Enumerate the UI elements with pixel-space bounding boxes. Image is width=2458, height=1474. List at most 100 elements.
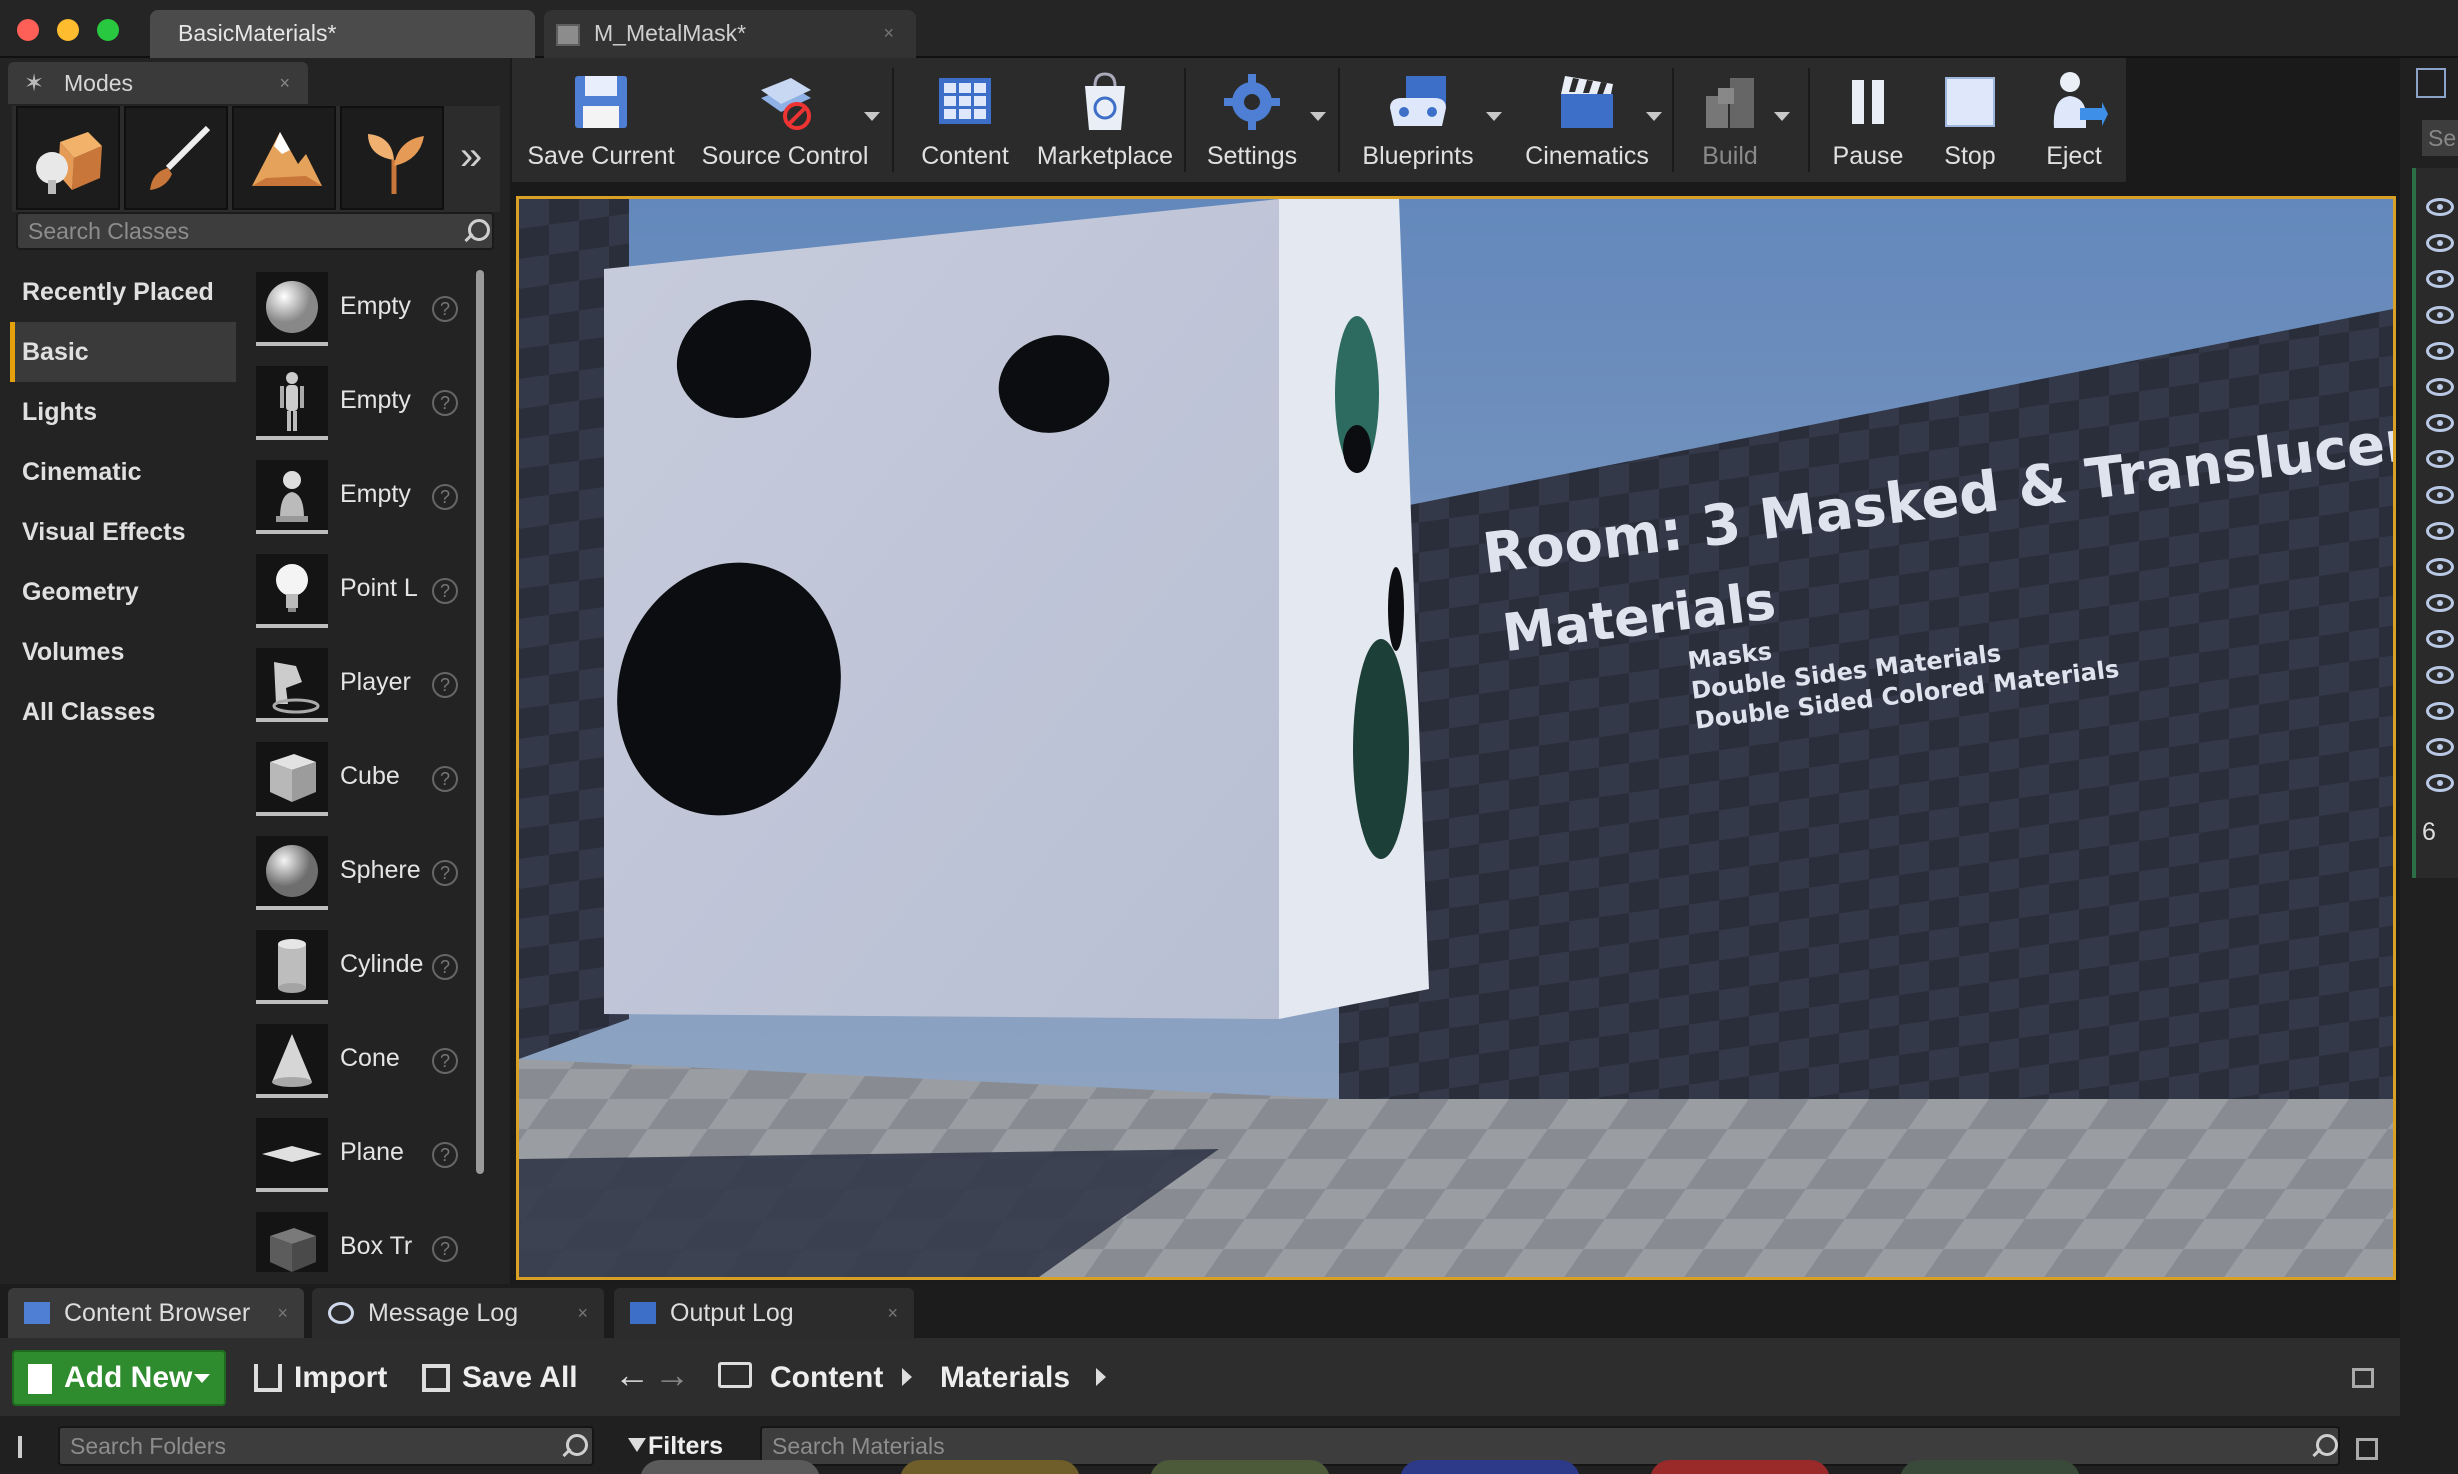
close-icon[interactable]: × (277, 1288, 288, 1338)
help-icon[interactable]: ? (432, 860, 458, 886)
place-mode-button[interactable] (16, 106, 120, 210)
help-icon[interactable]: ? (432, 1048, 458, 1074)
save-all-button[interactable]: Save All (422, 1350, 578, 1406)
build-dropdown-icon[interactable] (1774, 112, 1790, 121)
blueprints-button[interactable]: Blueprints (1344, 62, 1492, 178)
outliner-search-field[interactable]: Se (2422, 120, 2458, 156)
visibility-eye-icon[interactable] (2426, 774, 2454, 792)
folder-icon[interactable] (718, 1362, 752, 1388)
visibility-eye-icon[interactable] (2426, 558, 2454, 576)
save-current-button[interactable]: Save Current (516, 62, 686, 178)
close-icon[interactable]: × (887, 1288, 898, 1338)
eject-button[interactable]: Eject (2024, 62, 2124, 178)
marketplace-button[interactable]: Marketplace (1032, 62, 1178, 178)
help-icon[interactable]: ? (432, 390, 458, 416)
list-item[interactable]: Empty ? (246, 356, 476, 450)
visibility-eye-icon[interactable] (2426, 342, 2454, 360)
list-item[interactable]: Player ? (246, 638, 476, 732)
asset-thumbnail[interactable] (1400, 1460, 1580, 1474)
search-classes-field[interactable] (16, 212, 494, 250)
viewport-scene[interactable]: Room: 3 Masked & Translucen Materials Ma… (519, 199, 2393, 1277)
help-icon[interactable]: ? (432, 954, 458, 980)
pause-button[interactable]: Pause (1818, 62, 1918, 178)
lock-icon[interactable] (2352, 1368, 2374, 1388)
back-arrow-icon[interactable]: ← (614, 1354, 650, 1396)
folder-tree-icon[interactable] (18, 1436, 46, 1458)
window-maximize-button[interactable] (97, 19, 119, 41)
tab-message-log[interactable]: Message Log × (312, 1288, 604, 1338)
visibility-eye-icon[interactable] (2426, 702, 2454, 720)
breadcrumb-arrow-icon[interactable] (902, 1368, 912, 1386)
category-visual-effects[interactable]: Visual Effects (10, 502, 236, 562)
help-icon[interactable]: ? (432, 296, 458, 322)
tab-metal-mask[interactable]: M_MetalMask* × (544, 10, 916, 58)
visibility-eye-icon[interactable] (2426, 378, 2454, 396)
list-item[interactable]: Plane ? (246, 1108, 476, 1202)
search-icon[interactable] (560, 1434, 588, 1460)
source-control-button[interactable]: Source Control (690, 62, 880, 178)
breadcrumb-content[interactable]: Content (770, 1350, 883, 1406)
asset-thumbnail[interactable] (900, 1460, 1080, 1474)
list-scrollbar[interactable] (476, 270, 484, 1174)
asset-thumbnail[interactable] (1150, 1460, 1330, 1474)
list-item[interactable]: Empty ? (246, 262, 476, 356)
help-icon[interactable]: ? (432, 1142, 458, 1168)
add-new-button[interactable]: Add New (12, 1350, 226, 1406)
close-icon[interactable]: × (279, 62, 290, 104)
stop-button[interactable]: Stop (1920, 62, 2020, 178)
category-basic[interactable]: Basic (10, 322, 236, 382)
help-icon[interactable]: ? (432, 672, 458, 698)
cinematics-button[interactable]: Cinematics (1512, 62, 1662, 178)
list-item[interactable]: Cylinde ? (246, 920, 476, 1014)
window-close-button[interactable] (17, 19, 39, 41)
visibility-eye-icon[interactable] (2426, 234, 2454, 252)
search-folders-input[interactable] (60, 1428, 540, 1464)
visibility-eye-icon[interactable] (2426, 198, 2454, 216)
breadcrumb-materials[interactable]: Materials (940, 1350, 1070, 1406)
visibility-eye-icon[interactable] (2426, 522, 2454, 540)
category-all-classes[interactable]: All Classes (10, 682, 236, 742)
visibility-eye-icon[interactable] (2426, 450, 2454, 468)
asset-thumbnail[interactable] (1900, 1460, 2080, 1474)
cinematics-dropdown-icon[interactable] (1646, 112, 1662, 121)
list-item[interactable]: Box Tr ? (246, 1202, 476, 1272)
search-icon[interactable] (2310, 1434, 2338, 1460)
source-control-dropdown-icon[interactable] (864, 112, 880, 121)
category-lights[interactable]: Lights (10, 382, 236, 442)
visibility-eye-icon[interactable] (2426, 594, 2454, 612)
outliner-icon[interactable] (2416, 68, 2446, 98)
breadcrumb-arrow-icon[interactable] (1096, 1368, 1106, 1386)
visibility-eye-icon[interactable] (2426, 270, 2454, 288)
settings-dropdown-icon[interactable] (1310, 112, 1326, 121)
import-button[interactable]: Import (254, 1350, 387, 1406)
category-recently-placed[interactable]: Recently Placed (10, 262, 236, 322)
search-materials-input[interactable] (762, 1428, 2322, 1464)
save-search-icon[interactable] (2356, 1438, 2378, 1460)
level-viewport[interactable]: Room: 3 Masked & Translucen Materials Ma… (516, 196, 2396, 1280)
expand-modes-icon[interactable]: » (460, 136, 482, 176)
visibility-eye-icon[interactable] (2426, 630, 2454, 648)
search-classes-input[interactable] (18, 214, 438, 248)
build-button[interactable]: Build (1680, 62, 1780, 178)
asset-thumbnail[interactable] (640, 1460, 820, 1474)
list-item[interactable]: Cone ? (246, 1014, 476, 1108)
visibility-eye-icon[interactable] (2426, 666, 2454, 684)
asset-thumbnail[interactable] (1650, 1460, 1830, 1474)
content-button[interactable]: Content (902, 62, 1028, 178)
search-folders-field[interactable] (58, 1426, 594, 1466)
list-item[interactable]: Point L ? (246, 544, 476, 638)
help-icon[interactable]: ? (432, 1236, 458, 1262)
paint-mode-button[interactable] (124, 106, 228, 210)
landscape-mode-button[interactable] (232, 106, 336, 210)
modes-tab[interactable]: ✶ Modes × (8, 62, 308, 104)
visibility-eye-icon[interactable] (2426, 486, 2454, 504)
help-icon[interactable]: ? (432, 766, 458, 792)
search-icon[interactable] (462, 219, 490, 245)
visibility-eye-icon[interactable] (2426, 414, 2454, 432)
tab-close-icon[interactable]: × (883, 10, 894, 56)
tab-content-browser[interactable]: Content Browser × (8, 1288, 304, 1338)
blueprints-dropdown-icon[interactable] (1486, 112, 1502, 121)
visibility-eye-icon[interactable] (2426, 738, 2454, 756)
window-minimize-button[interactable] (57, 19, 79, 41)
forward-arrow-icon[interactable]: → (654, 1354, 690, 1396)
